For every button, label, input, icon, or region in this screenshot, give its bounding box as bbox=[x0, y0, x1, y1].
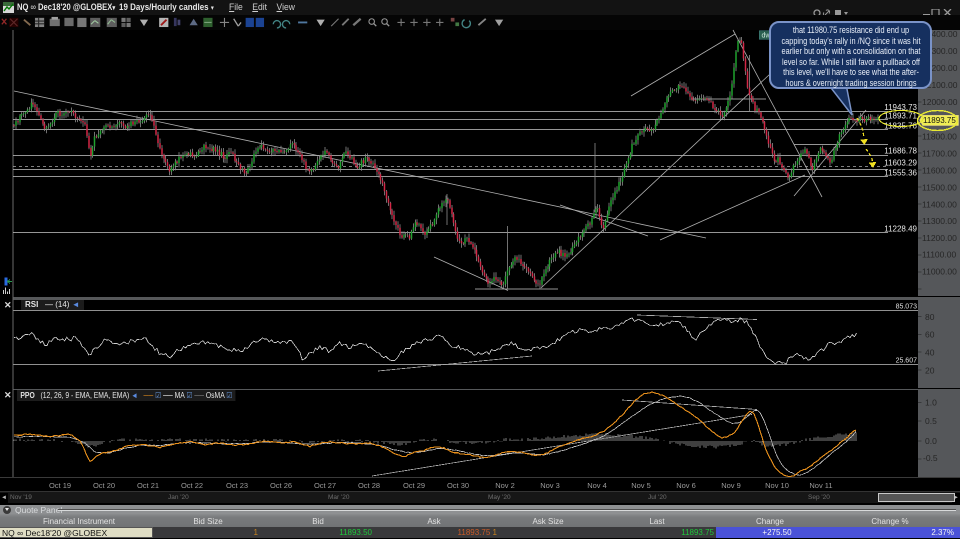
svg-text:11000.00: 11000.00 bbox=[922, 267, 957, 277]
svg-text:-0.5: -0.5 bbox=[923, 453, 938, 463]
svg-text:0.5: 0.5 bbox=[925, 416, 937, 426]
svg-text:85.073: 85.073 bbox=[896, 304, 918, 311]
svg-text:80: 80 bbox=[925, 312, 935, 322]
svg-text:12000.00: 12000.00 bbox=[922, 97, 958, 107]
svg-text:1.0: 1.0 bbox=[925, 398, 937, 408]
svg-text:11686.78: 11686.78 bbox=[884, 147, 917, 156]
svg-text:11300.00: 11300.00 bbox=[922, 216, 957, 226]
svg-text:20: 20 bbox=[925, 366, 935, 376]
svg-text:0.0: 0.0 bbox=[925, 436, 937, 446]
svg-text:25.607: 25.607 bbox=[896, 358, 918, 365]
svg-text:11228.49: 11228.49 bbox=[884, 225, 917, 234]
svg-text:60: 60 bbox=[925, 330, 935, 340]
svg-text:11500.00: 11500.00 bbox=[922, 182, 957, 192]
svg-text:11200.00: 11200.00 bbox=[922, 233, 957, 243]
svg-text:11400.00: 11400.00 bbox=[922, 200, 957, 210]
svg-text:11700.00: 11700.00 bbox=[922, 148, 957, 158]
svg-text:40: 40 bbox=[925, 348, 935, 358]
svg-text:11600.00: 11600.00 bbox=[922, 165, 957, 175]
svg-text:11100.00: 11100.00 bbox=[922, 250, 956, 260]
svg-text:11603.29: 11603.29 bbox=[884, 159, 917, 168]
svg-text:11555.36: 11555.36 bbox=[884, 169, 917, 178]
svg-text:11893.75: 11893.75 bbox=[923, 116, 956, 125]
svg-text:11800.00: 11800.00 bbox=[922, 132, 957, 142]
svg-text:11893.71: 11893.71 bbox=[884, 112, 917, 121]
